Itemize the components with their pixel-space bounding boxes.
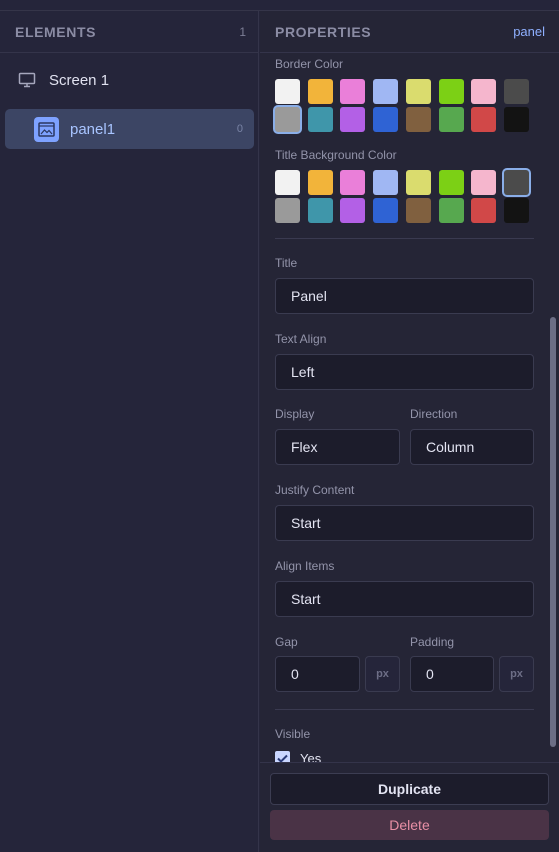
action-footer: Duplicate Delete — [260, 762, 559, 852]
border-color-swatch[interactable] — [373, 79, 399, 104]
element-type-tag: panel — [513, 24, 545, 39]
tree-item-label: Screen 1 — [49, 71, 110, 89]
border-color-swatch[interactable] — [471, 79, 497, 104]
properties-title: PROPERTIES — [275, 23, 372, 40]
elements-header: ELEMENTS 1 — [15, 11, 246, 52]
border-color-swatch[interactable] — [503, 79, 529, 104]
direction-select[interactable]: Column — [410, 429, 534, 465]
align-items-select[interactable]: Start — [275, 581, 534, 617]
properties-panel: PROPERTIES panel Border Color Title Back… — [260, 11, 559, 852]
text-align-label: Text Align — [275, 332, 327, 346]
tree-item-panel[interactable]: panel1 0 — [5, 109, 254, 149]
title-bg-color-swatch[interactable] — [340, 198, 366, 223]
border-color-swatch[interactable] — [503, 107, 529, 132]
border-color-swatch[interactable] — [275, 107, 300, 132]
display-label: Display — [275, 407, 315, 421]
direction-label: Direction — [410, 407, 458, 421]
panel-icon — [34, 116, 59, 142]
title-bg-color-swatch[interactable] — [405, 170, 431, 195]
title-bg-color-swatch[interactable] — [275, 170, 300, 195]
border-color-swatch[interactable] — [275, 79, 300, 104]
title-bg-color-swatch[interactable] — [373, 170, 399, 195]
border-color-swatch[interactable] — [340, 79, 366, 104]
title-bg-color-swatch[interactable] — [307, 170, 333, 195]
visible-label: Visible — [275, 727, 311, 741]
title-bg-color-swatch[interactable] — [307, 198, 333, 223]
elements-count: 1 — [239, 24, 246, 39]
title-bg-color-label: Title Background Color — [275, 148, 397, 162]
border-color-swatch[interactable] — [471, 107, 497, 132]
duplicate-button[interactable]: Duplicate — [270, 773, 549, 805]
gap-input[interactable]: 0 — [275, 656, 360, 692]
padding-input[interactable]: 0 — [410, 656, 494, 692]
title-bg-color-swatch[interactable] — [275, 198, 300, 223]
title-bg-color-swatch[interactable] — [373, 198, 399, 223]
border-color-label: Border Color — [275, 57, 344, 71]
elements-title: ELEMENTS — [15, 23, 97, 40]
title-bg-color-swatch[interactable] — [503, 170, 529, 195]
border-color-swatch[interactable] — [373, 107, 399, 132]
border-color-swatch[interactable] — [438, 107, 464, 132]
title-bg-color-swatch[interactable] — [405, 198, 431, 223]
gap-label: Gap — [275, 635, 298, 649]
padding-label: Padding — [410, 635, 455, 649]
section-divider — [275, 709, 534, 710]
border-color-swatch[interactable] — [405, 79, 431, 104]
border-color-swatch[interactable] — [307, 79, 333, 104]
title-bg-color-swatch[interactable] — [340, 170, 366, 195]
tree-item-label: panel1 — [70, 120, 116, 138]
text-align-select[interactable]: Left — [275, 354, 534, 390]
title-bg-color-swatch[interactable] — [438, 170, 464, 195]
border-color-swatch[interactable] — [307, 107, 333, 132]
title-label: Title — [275, 256, 298, 270]
border-color-swatch[interactable] — [340, 107, 366, 132]
justify-content-select[interactable]: Start — [275, 505, 534, 541]
padding-unit: px — [499, 656, 534, 692]
divider — [0, 52, 258, 53]
scrollbar[interactable] — [550, 317, 556, 747]
border-color-swatch[interactable] — [405, 107, 431, 132]
section-divider — [275, 238, 534, 239]
justify-content-label: Justify Content — [275, 483, 355, 497]
divider — [260, 52, 559, 53]
display-select[interactable]: Flex — [275, 429, 400, 465]
delete-button[interactable]: Delete — [270, 810, 549, 840]
align-items-label: Align Items — [275, 559, 335, 573]
properties-header: PROPERTIES panel — [275, 11, 545, 52]
border-color-swatch[interactable] — [438, 79, 464, 104]
tree-item-screen[interactable]: Screen 1 — [0, 65, 258, 95]
child-count: 0 — [236, 123, 243, 135]
title-bg-color-swatch[interactable] — [503, 198, 529, 223]
title-bg-color-swatch[interactable] — [471, 170, 497, 195]
elements-panel: ELEMENTS 1 Screen 1 panel1 0 — [0, 11, 259, 852]
title-bg-color-swatch[interactable] — [438, 198, 464, 223]
gap-unit: px — [365, 656, 400, 692]
title-bg-color-swatch[interactable] — [471, 198, 497, 223]
monitor-icon — [18, 72, 36, 88]
title-input[interactable]: Panel — [275, 278, 534, 314]
